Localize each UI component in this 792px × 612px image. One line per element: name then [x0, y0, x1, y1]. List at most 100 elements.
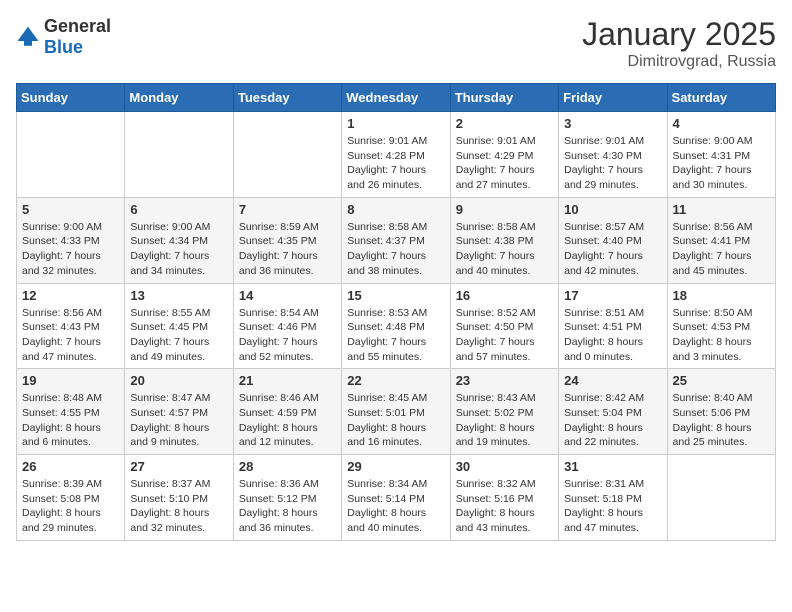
day-number: 15 [347, 288, 444, 303]
day-info: Sunrise: 8:45 AM Sunset: 5:01 PM Dayligh… [347, 391, 444, 450]
logo-icon [16, 25, 40, 49]
day-info: Sunrise: 8:36 AM Sunset: 5:12 PM Dayligh… [239, 477, 336, 536]
day-info: Sunrise: 8:53 AM Sunset: 4:48 PM Dayligh… [347, 306, 444, 365]
day-info: Sunrise: 9:00 AM Sunset: 4:34 PM Dayligh… [130, 220, 227, 279]
month-title: January 2025 [582, 16, 776, 53]
calendar-day-cell: 21 Sunrise: 8:46 AM Sunset: 4:59 PM Dayli… [233, 369, 341, 455]
calendar-table: SundayMondayTuesdayWednesdayThursdayFrid… [16, 83, 776, 541]
calendar-day-cell: 18 Sunrise: 8:50 AM Sunset: 4:53 PM Dayli… [667, 283, 775, 369]
calendar-day-cell: 2 Sunrise: 9:01 AM Sunset: 4:29 PM Daylig… [450, 112, 558, 198]
day-info: Sunrise: 8:40 AM Sunset: 5:06 PM Dayligh… [673, 391, 770, 450]
calendar-day-cell: 25 Sunrise: 8:40 AM Sunset: 5:06 PM Dayli… [667, 369, 775, 455]
logo-blue: Blue [44, 37, 83, 57]
day-number: 1 [347, 116, 444, 131]
day-number: 24 [564, 373, 661, 388]
day-number: 7 [239, 202, 336, 217]
day-number: 3 [564, 116, 661, 131]
day-info: Sunrise: 8:43 AM Sunset: 5:02 PM Dayligh… [456, 391, 553, 450]
day-number: 5 [22, 202, 119, 217]
calendar-day-cell: 3 Sunrise: 9:01 AM Sunset: 4:30 PM Daylig… [559, 112, 667, 198]
logo: General Blue [16, 16, 111, 58]
calendar-day-cell: 7Sunrise: 8:59 AM Sunset: 4:35 PM Daylig… [233, 197, 341, 283]
calendar-empty-cell [233, 112, 341, 198]
day-info: Sunrise: 8:32 AM Sunset: 5:16 PM Dayligh… [456, 477, 553, 536]
day-number: 8 [347, 202, 444, 217]
day-number: 18 [673, 288, 770, 303]
calendar-day-cell: 17 Sunrise: 8:51 AM Sunset: 4:51 PM Dayli… [559, 283, 667, 369]
day-number: 27 [130, 459, 227, 474]
day-number: 31 [564, 459, 661, 474]
day-info: Sunrise: 9:01 AM Sunset: 4:28 PM Dayligh… [347, 134, 444, 193]
day-info: Sunrise: 8:48 AM Sunset: 4:55 PM Dayligh… [22, 391, 119, 450]
calendar-day-cell: 19Sunrise: 8:48 AM Sunset: 4:55 PM Dayli… [17, 369, 125, 455]
calendar-day-cell: 31 Sunrise: 8:31 AM Sunset: 5:18 PM Dayli… [559, 455, 667, 541]
weekday-header: Sunday [17, 84, 125, 112]
day-number: 20 [130, 373, 227, 388]
location-title: Dimitrovgrad, Russia [582, 53, 776, 71]
calendar-week-row: 19Sunrise: 8:48 AM Sunset: 4:55 PM Dayli… [17, 369, 776, 455]
day-number: 12 [22, 288, 119, 303]
day-number: 25 [673, 373, 770, 388]
calendar-day-cell: 16 Sunrise: 8:52 AM Sunset: 4:50 PM Dayli… [450, 283, 558, 369]
day-info: Sunrise: 8:51 AM Sunset: 4:51 PM Dayligh… [564, 306, 661, 365]
day-info: Sunrise: 8:39 AM Sunset: 5:08 PM Dayligh… [22, 477, 119, 536]
day-number: 4 [673, 116, 770, 131]
calendar-week-row: 5Sunrise: 9:00 AM Sunset: 4:33 PM Daylig… [17, 197, 776, 283]
calendar-day-cell: 26 Sunrise: 8:39 AM Sunset: 5:08 PM Dayli… [17, 455, 125, 541]
day-number: 10 [564, 202, 661, 217]
calendar-day-cell: 15 Sunrise: 8:53 AM Sunset: 4:48 PM Dayli… [342, 283, 450, 369]
day-number: 23 [456, 373, 553, 388]
day-info: Sunrise: 8:37 AM Sunset: 5:10 PM Dayligh… [130, 477, 227, 536]
calendar-day-cell: 22 Sunrise: 8:45 AM Sunset: 5:01 PM Dayli… [342, 369, 450, 455]
calendar-day-cell: 9Sunrise: 8:58 AM Sunset: 4:38 PM Daylig… [450, 197, 558, 283]
weekday-header: Monday [125, 84, 233, 112]
day-info: Sunrise: 8:58 AM Sunset: 4:37 PM Dayligh… [347, 220, 444, 279]
calendar-day-cell: 6 Sunrise: 9:00 AM Sunset: 4:34 PM Daylig… [125, 197, 233, 283]
day-info: Sunrise: 8:56 AM Sunset: 4:41 PM Dayligh… [673, 220, 770, 279]
calendar-day-cell: 30Sunrise: 8:32 AM Sunset: 5:16 PM Dayli… [450, 455, 558, 541]
calendar-header-row: SundayMondayTuesdayWednesdayThursdayFrid… [17, 84, 776, 112]
day-info: Sunrise: 8:46 AM Sunset: 4:59 PM Dayligh… [239, 391, 336, 450]
weekday-header: Wednesday [342, 84, 450, 112]
calendar-day-cell: 10Sunrise: 8:57 AM Sunset: 4:40 PM Dayli… [559, 197, 667, 283]
weekday-header: Thursday [450, 84, 558, 112]
calendar-empty-cell [17, 112, 125, 198]
day-number: 26 [22, 459, 119, 474]
day-number: 17 [564, 288, 661, 303]
day-info: Sunrise: 8:55 AM Sunset: 4:45 PM Dayligh… [130, 306, 227, 365]
day-info: Sunrise: 9:00 AM Sunset: 4:31 PM Dayligh… [673, 134, 770, 193]
day-number: 16 [456, 288, 553, 303]
calendar-day-cell: 24 Sunrise: 8:42 AM Sunset: 5:04 PM Dayli… [559, 369, 667, 455]
calendar-day-cell: 28Sunrise: 8:36 AM Sunset: 5:12 PM Dayli… [233, 455, 341, 541]
day-number: 9 [456, 202, 553, 217]
day-info: Sunrise: 9:01 AM Sunset: 4:30 PM Dayligh… [564, 134, 661, 193]
day-number: 11 [673, 202, 770, 217]
calendar-day-cell: 5Sunrise: 9:00 AM Sunset: 4:33 PM Daylig… [17, 197, 125, 283]
day-number: 2 [456, 116, 553, 131]
day-number: 6 [130, 202, 227, 217]
day-info: Sunrise: 8:52 AM Sunset: 4:50 PM Dayligh… [456, 306, 553, 365]
calendar-day-cell: 20 Sunrise: 8:47 AM Sunset: 4:57 PM Dayli… [125, 369, 233, 455]
day-info: Sunrise: 8:50 AM Sunset: 4:53 PM Dayligh… [673, 306, 770, 365]
weekday-header: Friday [559, 84, 667, 112]
day-number: 21 [239, 373, 336, 388]
day-number: 22 [347, 373, 444, 388]
calendar-day-cell: 29 Sunrise: 8:34 AM Sunset: 5:14 PM Dayli… [342, 455, 450, 541]
day-info: Sunrise: 8:34 AM Sunset: 5:14 PM Dayligh… [347, 477, 444, 536]
weekday-header: Saturday [667, 84, 775, 112]
calendar-day-cell: 27 Sunrise: 8:37 AM Sunset: 5:10 PM Dayli… [125, 455, 233, 541]
calendar-empty-cell [125, 112, 233, 198]
calendar-day-cell: 14Sunrise: 8:54 AM Sunset: 4:46 PM Dayli… [233, 283, 341, 369]
calendar-day-cell: 1 Sunrise: 9:01 AM Sunset: 4:28 PM Daylig… [342, 112, 450, 198]
day-info: Sunrise: 8:31 AM Sunset: 5:18 PM Dayligh… [564, 477, 661, 536]
day-info: Sunrise: 8:42 AM Sunset: 5:04 PM Dayligh… [564, 391, 661, 450]
day-number: 29 [347, 459, 444, 474]
day-info: Sunrise: 9:01 AM Sunset: 4:29 PM Dayligh… [456, 134, 553, 193]
day-info: Sunrise: 8:54 AM Sunset: 4:46 PM Dayligh… [239, 306, 336, 365]
calendar-day-cell: 13 Sunrise: 8:55 AM Sunset: 4:45 PM Dayli… [125, 283, 233, 369]
calendar-day-cell: 12Sunrise: 8:56 AM Sunset: 4:43 PM Dayli… [17, 283, 125, 369]
day-info: Sunrise: 8:47 AM Sunset: 4:57 PM Dayligh… [130, 391, 227, 450]
calendar-week-row: 12Sunrise: 8:56 AM Sunset: 4:43 PM Dayli… [17, 283, 776, 369]
logo-general: General [44, 16, 111, 36]
day-number: 13 [130, 288, 227, 303]
